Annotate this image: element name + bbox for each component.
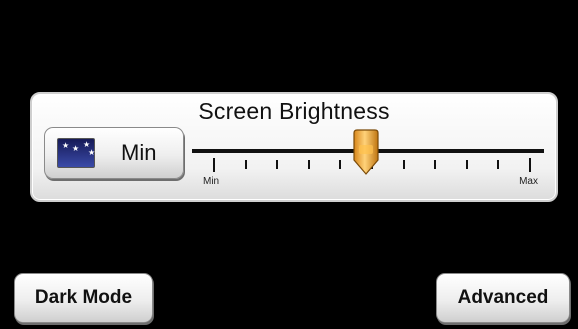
slider-tick (244, 160, 247, 169)
slider-min-label: Min (203, 176, 220, 187)
slider-tick (529, 158, 531, 172)
brightness-slider[interactable]: Min Max (192, 129, 544, 198)
slider-thumb[interactable] (352, 128, 380, 176)
dark-mode-button[interactable]: Dark Mode (14, 273, 153, 323)
min-button-label: Min (121, 140, 157, 165)
slider-tick (276, 160, 279, 169)
slider-tick (339, 160, 342, 169)
screen: Screen Brightness ★ ★ ★ ★ Min Min Max Da… (0, 0, 578, 329)
advanced-button[interactable]: Advanced (436, 273, 570, 323)
brightness-panel: Screen Brightness ★ ★ ★ ★ Min Min Max (30, 92, 558, 202)
slider-tick (434, 160, 437, 169)
min-brightness-button[interactable]: ★ ★ ★ ★ Min (44, 127, 184, 179)
slider-tick (402, 160, 405, 169)
night-sky-icon: ★ ★ ★ ★ (57, 138, 95, 168)
slider-tick (307, 160, 310, 169)
panel-title: Screen Brightness (198, 98, 390, 124)
slider-thumb-graphic (353, 129, 379, 175)
slider-tick (465, 160, 468, 169)
slider-max-label: Max (519, 176, 538, 187)
slider-tick (497, 160, 500, 169)
slider-tick (213, 158, 215, 172)
